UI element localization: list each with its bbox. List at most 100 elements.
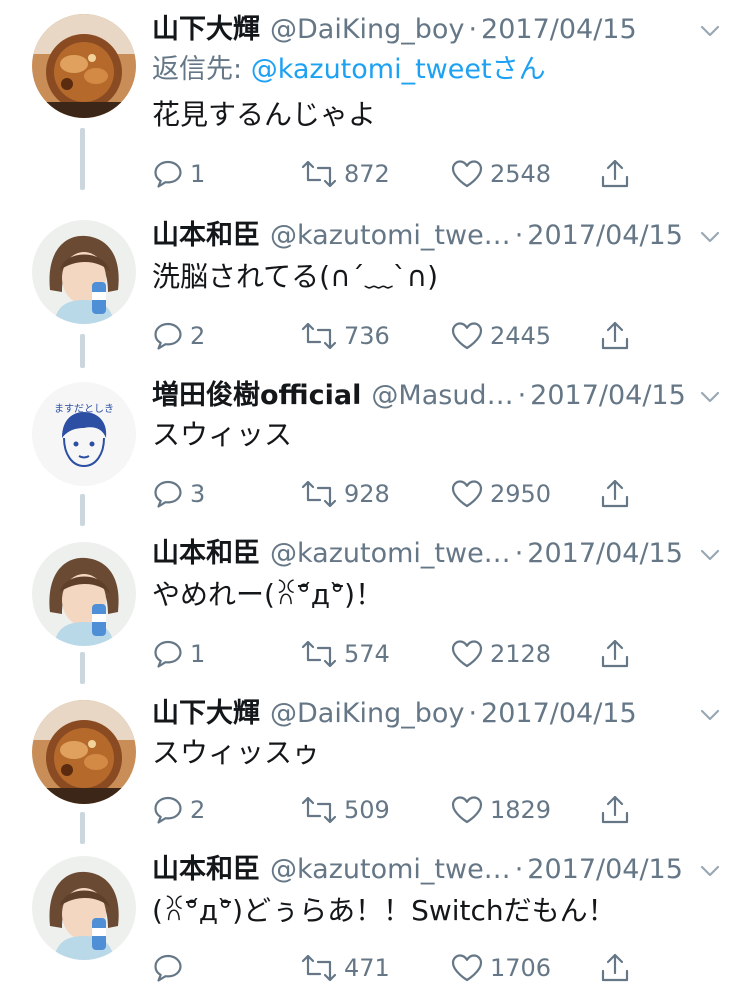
retweet-count: 736 [344, 322, 390, 350]
speech-bubble-icon [154, 796, 182, 824]
heart-outline-icon [451, 160, 483, 188]
share-button[interactable] [598, 636, 632, 672]
share-button[interactable] [598, 792, 632, 828]
reply-button[interactable]: 1 [152, 156, 205, 192]
retweet-count: 509 [344, 796, 390, 824]
reply-button[interactable] [152, 950, 190, 986]
person-photo-avatar [32, 220, 136, 324]
retweet-arrows-icon [301, 640, 337, 668]
retweet-button[interactable]: 872 [300, 156, 390, 192]
like-button[interactable]: 2950 [450, 476, 551, 512]
tweet-header: 増田俊樹official @Masud… · 2017/04/15 [152, 378, 719, 414]
tweet[interactable]: 山本和臣 @kazutomi_twe… · 2017/04/15 やめれー(ꐦ°… [0, 520, 749, 680]
avatar[interactable] [32, 700, 136, 804]
tweet[interactable]: 山下大輝 @DaiKing_boy · 2017/04/15 スウィッスゥ 2 … [0, 680, 749, 840]
reply-button[interactable]: 3 [152, 476, 205, 512]
chevron-down-icon[interactable] [699, 544, 721, 566]
tweet-text: 洗脳されてる(∩´﹏`∩) [152, 260, 438, 293]
tweet-text: スウィッス [152, 418, 293, 451]
like-button[interactable]: 1706 [450, 950, 551, 986]
retweet-button[interactable]: 471 [300, 950, 390, 986]
tweet-date[interactable]: 2017/04/15 [527, 218, 683, 254]
retweet-arrows-icon [301, 160, 337, 188]
avatar[interactable] [32, 220, 136, 324]
tweet[interactable]: ますだとしき 増田俊樹official @Masud… · 2017/04/15… [0, 360, 749, 520]
user-handle[interactable]: @Masud… [371, 378, 513, 414]
separator-dot: · [468, 14, 478, 45]
user-handle[interactable]: @kazutomi_twe… [270, 536, 511, 572]
user-handle[interactable]: @kazutomi_twe… [270, 852, 511, 888]
like-count: 2950 [490, 480, 552, 508]
tweet-actions: 471 1706 [152, 950, 692, 986]
heart-outline-icon [451, 640, 483, 668]
chevron-down-icon[interactable] [699, 386, 721, 408]
user-handle[interactable]: @DaiKing_boy [270, 696, 464, 732]
separator-dot: · [468, 698, 478, 729]
share-button[interactable] [598, 950, 632, 986]
tweet[interactable]: 山本和臣 @kazutomi_twe… · 2017/04/15 (ꐦ°᷄д°᷅… [0, 840, 749, 986]
like-button[interactable]: 2548 [450, 156, 551, 192]
tweet-header: 山本和臣 @kazutomi_twe… · 2017/04/15 [152, 218, 719, 254]
separator-dot: · [514, 220, 524, 251]
user-handle[interactable]: @DaiKing_boy [270, 12, 464, 48]
retweet-arrows-icon [301, 322, 337, 350]
display-name[interactable]: 山下大輝 [152, 12, 260, 48]
reply-button[interactable]: 2 [152, 792, 205, 828]
tweet-date[interactable]: 2017/04/15 [527, 536, 683, 572]
heart-outline-icon [451, 796, 483, 824]
like-count: 2445 [490, 322, 552, 350]
share-upload-icon [601, 795, 629, 824]
retweet-count: 574 [344, 640, 390, 668]
retweet-button[interactable]: 736 [300, 318, 390, 354]
like-count: 2548 [490, 160, 552, 188]
reply-button[interactable]: 1 [152, 636, 205, 672]
tweet-date[interactable]: 2017/04/15 [527, 852, 683, 888]
like-count: 1829 [490, 796, 552, 824]
chevron-down-icon[interactable] [699, 860, 721, 882]
speech-bubble-icon [154, 322, 182, 350]
speech-bubble-icon [154, 640, 182, 668]
tweet-actions: 3 928 2950 [152, 476, 692, 512]
chevron-down-icon[interactable] [699, 20, 721, 42]
retweet-count: 928 [344, 480, 390, 508]
retweet-button[interactable]: 574 [300, 636, 390, 672]
drawn-face-avatar: ますだとしき [32, 382, 136, 486]
retweet-button[interactable]: 928 [300, 476, 390, 512]
display-name[interactable]: 山下大輝 [152, 696, 260, 732]
chevron-down-icon[interactable] [699, 226, 721, 248]
speech-bubble-icon [154, 160, 182, 188]
tweet-date[interactable]: 2017/04/15 [530, 378, 686, 414]
avatar[interactable] [32, 542, 136, 646]
person-photo-avatar [32, 856, 136, 960]
chevron-down-icon[interactable] [699, 704, 721, 726]
share-button[interactable] [598, 156, 632, 192]
tweet-header: 山下大輝 @DaiKing_boy · 2017/04/15 [152, 12, 719, 48]
avatar[interactable] [32, 856, 136, 960]
display-name[interactable]: 山本和臣 [152, 852, 260, 888]
tweet-date[interactable]: 2017/04/15 [481, 12, 637, 48]
reply-button[interactable]: 2 [152, 318, 205, 354]
retweet-button[interactable]: 509 [300, 792, 390, 828]
speech-bubble-icon [154, 954, 182, 982]
tweet-header: 山本和臣 @kazutomi_twe… · 2017/04/15 [152, 536, 719, 572]
share-button[interactable] [598, 318, 632, 354]
person-photo-avatar [32, 542, 136, 646]
share-upload-icon [601, 159, 629, 188]
user-handle[interactable]: @kazutomi_twe… [270, 218, 511, 254]
tweet[interactable]: 山下大輝 @DaiKing_boy · 2017/04/15 返信先: @kaz… [0, 0, 749, 200]
tweet[interactable]: 山本和臣 @kazutomi_twe… · 2017/04/15 洗脳されてる(… [0, 200, 749, 360]
tweet-date[interactable]: 2017/04/15 [481, 696, 637, 732]
reply-mention-link[interactable]: @kazutomi_tweetさん [251, 54, 546, 85]
avatar[interactable]: ますだとしき [32, 382, 136, 486]
share-button[interactable] [598, 476, 632, 512]
like-count: 1706 [490, 954, 552, 982]
display-name[interactable]: 増田俊樹official [152, 378, 361, 414]
avatar[interactable] [32, 14, 136, 118]
speech-bubble-icon [154, 480, 182, 508]
display-name[interactable]: 山本和臣 [152, 536, 260, 572]
tweet-thread: 山下大輝 @DaiKing_boy · 2017/04/15 返信先: @kaz… [0, 0, 749, 986]
like-button[interactable]: 2128 [450, 636, 551, 672]
like-button[interactable]: 2445 [450, 318, 551, 354]
display-name[interactable]: 山本和臣 [152, 218, 260, 254]
like-button[interactable]: 1829 [450, 792, 551, 828]
